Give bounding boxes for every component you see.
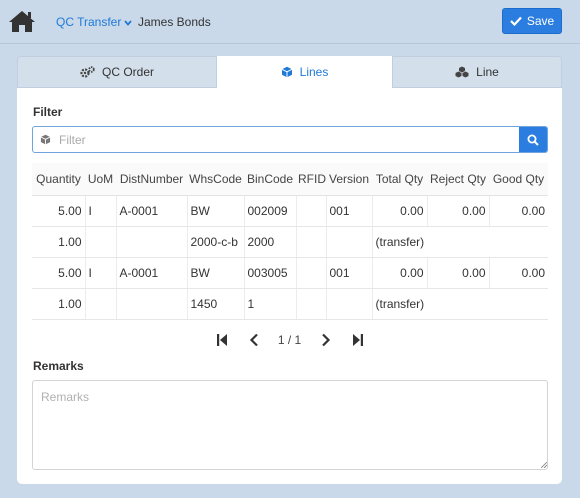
table-cell: [296, 288, 327, 320]
table-cell: 1.00: [32, 288, 86, 320]
last-page-icon: [352, 334, 363, 346]
pager: 1 / 1: [17, 328, 562, 352]
gears-icon: [80, 66, 95, 78]
chevron-down-icon: [124, 19, 133, 26]
next-page-button[interactable]: [310, 328, 342, 352]
column-header[interactable]: RFID: [296, 163, 326, 196]
lines-card: Filter Quan: [17, 88, 562, 484]
table-row[interactable]: 1.00 2000-c-b 2000 (transfer): [32, 226, 548, 258]
table-cell: 0.00: [427, 257, 490, 289]
table-cell: [326, 288, 373, 320]
table-cell: 1: [244, 288, 297, 320]
chevron-left-icon: [249, 333, 258, 347]
table-cell: 001: [326, 257, 373, 289]
tab-qc-order[interactable]: QC Order: [17, 56, 217, 88]
remarks-label: Remarks: [33, 359, 84, 373]
top-bar: QC Transfer James Bonds Save: [0, 0, 580, 44]
tab-label: Lines: [299, 65, 329, 79]
tab-label: Line: [476, 65, 499, 79]
cube-icon: [281, 66, 292, 78]
table-cell: [296, 226, 327, 258]
tab-label: QC Order: [101, 65, 154, 79]
table-row[interactable]: 5.00 I A-0001 BW 003005 001 0.00 0.00 0.…: [32, 257, 548, 289]
column-header[interactable]: DistNumber: [116, 163, 187, 196]
table-cell: 003005: [244, 257, 297, 289]
check-icon: [510, 16, 522, 26]
table-cell: [116, 288, 188, 320]
chevron-right-icon: [321, 333, 330, 347]
tab-bar: QC Order Lines Line: [17, 56, 562, 88]
table-header-row: Quantity UoM DistNumber WhsCode BinCode …: [32, 163, 548, 196]
table-cell: (transfer): [372, 226, 548, 258]
table-cell: (transfer): [372, 288, 548, 320]
table-cell: A-0001: [116, 257, 188, 289]
breadcrumb-label: QC Transfer: [56, 15, 122, 29]
table-cell: [85, 226, 117, 258]
filter-search: [32, 126, 548, 153]
search-button[interactable]: [519, 127, 547, 152]
last-page-button[interactable]: [342, 328, 374, 352]
table-cell: 0.00: [372, 257, 428, 289]
table-cell: 0.00: [427, 195, 490, 227]
table-cell: [85, 288, 117, 320]
filter-label: Filter: [33, 105, 63, 119]
table-cell: 1.00: [32, 226, 86, 258]
table-cell: BW: [187, 257, 245, 289]
table-cell: [116, 226, 188, 258]
resize-grip-icon[interactable]: [541, 462, 547, 468]
filter-input[interactable]: [57, 127, 519, 152]
column-header[interactable]: UoM: [85, 163, 116, 196]
cube-icon: [33, 127, 57, 152]
table-cell: I: [85, 257, 117, 289]
tab-line[interactable]: Line: [392, 56, 562, 88]
home-icon[interactable]: [8, 9, 36, 33]
column-header[interactable]: BinCode: [244, 163, 296, 196]
tab-lines[interactable]: Lines: [217, 56, 392, 88]
save-label: Save: [526, 14, 555, 28]
column-header[interactable]: Quantity: [32, 163, 85, 196]
table-cell: [326, 226, 373, 258]
table-cell: 001: [326, 195, 373, 227]
table-row[interactable]: 1.00 1450 1 (transfer): [32, 288, 548, 320]
cubes-icon: [455, 66, 469, 78]
column-header[interactable]: WhsCode: [187, 163, 244, 196]
table-cell: 2000: [244, 226, 297, 258]
table-cell: 0.00: [372, 195, 428, 227]
column-header[interactable]: Reject Qty: [427, 163, 489, 196]
remarks-textarea[interactable]: [32, 380, 548, 470]
table-cell: 0.00: [489, 257, 548, 289]
column-header[interactable]: Good Qty: [489, 163, 548, 196]
first-page-button[interactable]: [206, 328, 238, 352]
table-cell: [296, 195, 327, 227]
search-icon: [527, 134, 539, 146]
column-header[interactable]: Total Qty: [372, 163, 427, 196]
table-cell: I: [85, 195, 117, 227]
table-cell: 1450: [187, 288, 245, 320]
table-cell: 5.00: [32, 257, 86, 289]
prev-page-button[interactable]: [238, 328, 270, 352]
table-cell: 5.00: [32, 195, 86, 227]
breadcrumb-dropdown[interactable]: QC Transfer: [56, 15, 133, 29]
table-cell: 002009: [244, 195, 297, 227]
column-header[interactable]: Version: [326, 163, 372, 196]
table-cell: [296, 257, 327, 289]
page-info: 1 / 1: [277, 333, 302, 347]
user-name: James Bonds: [138, 15, 211, 29]
main-panel: QC Order Lines Line Filter Filter Quanti…: [17, 56, 562, 484]
table-cell: 0.00: [489, 195, 548, 227]
table-cell: BW: [187, 195, 245, 227]
first-page-icon: [216, 334, 227, 346]
table-cell: 2000-c-b: [187, 226, 245, 258]
lines-table: Quantity UoM DistNumber WhsCode BinCode …: [32, 163, 548, 320]
save-button[interactable]: Save: [502, 8, 562, 34]
table-cell: A-0001: [116, 195, 188, 227]
table-row[interactable]: 5.00 I A-0001 BW 002009 001 0.00 0.00 0.…: [32, 195, 548, 227]
